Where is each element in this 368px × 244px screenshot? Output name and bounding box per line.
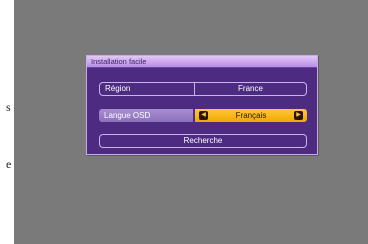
region-value[interactable]: France <box>195 83 306 95</box>
osd-language-selector[interactable]: ◀ Français ▶ <box>195 109 307 122</box>
easy-installation-dialog: Installation facile Région France Langue… <box>86 55 318 155</box>
search-button-label: Recherche <box>183 136 223 145</box>
osd-language-label-box: Langue OSD <box>99 109 193 122</box>
region-row[interactable]: Région France <box>99 82 307 96</box>
search-button[interactable]: Recherche <box>99 134 307 148</box>
page-margin-glyph-s: s <box>6 100 11 114</box>
osd-language-value: Français <box>235 111 267 120</box>
page-margin-glyph-e: e <box>6 157 12 171</box>
dialog-titlebar: Installation facile <box>87 56 317 68</box>
tv-screen: Installation facile Région France Langue… <box>14 0 368 244</box>
dialog-title: Installation facile <box>91 57 147 66</box>
right-arrow-icon[interactable]: ▶ <box>294 111 303 120</box>
region-label: Région <box>105 84 131 93</box>
osd-language-row[interactable]: Langue OSD ◀ Français ▶ <box>99 109 307 122</box>
osd-language-label: Langue OSD <box>104 111 151 120</box>
